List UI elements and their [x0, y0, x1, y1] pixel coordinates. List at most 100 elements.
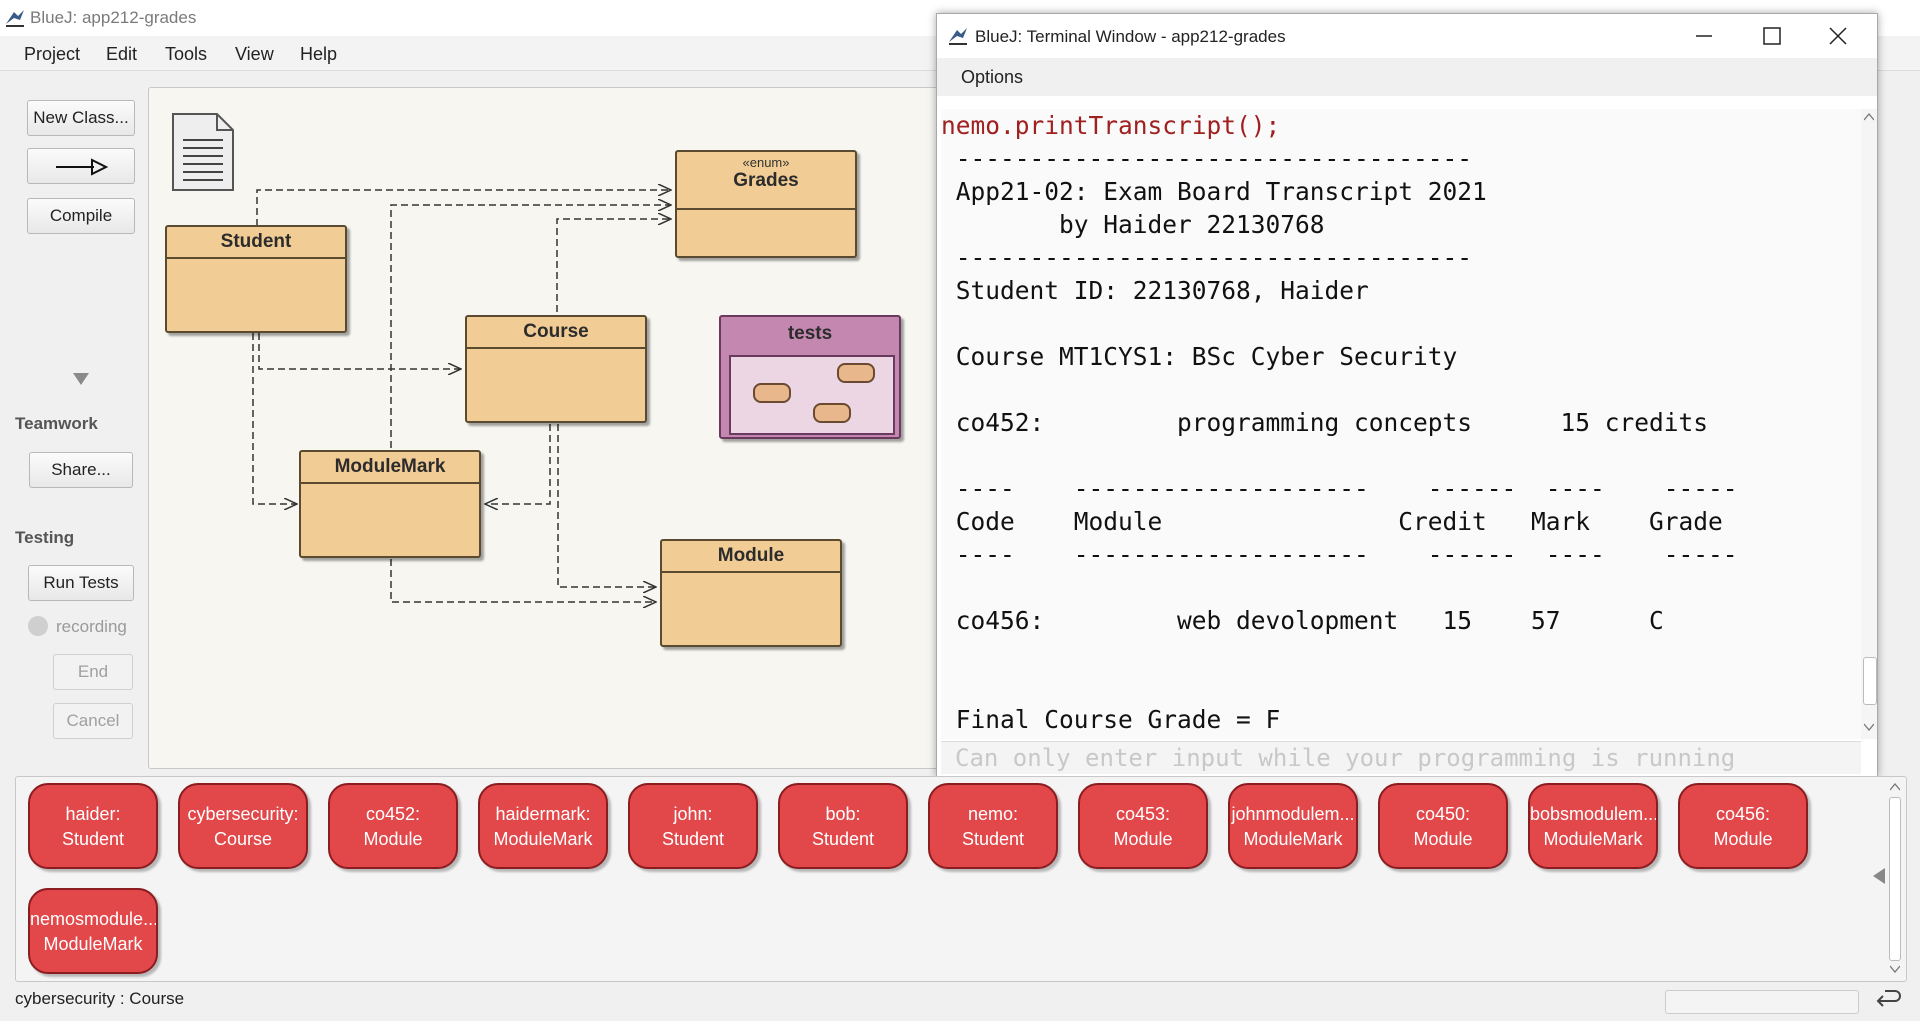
object-name: co450:	[1415, 804, 1471, 824]
terminal-line: by Haider 22130768	[941, 210, 1325, 239]
class-module-label: Module	[662, 541, 840, 573]
recording-label: recording	[56, 617, 127, 636]
new-arrow-button[interactable]	[27, 148, 135, 184]
object-type: Module	[1413, 829, 1473, 849]
maximize-icon[interactable]	[1763, 27, 1781, 45]
object-name: bob:	[825, 804, 861, 824]
minimize-icon[interactable]	[1695, 30, 1713, 42]
object-type: Module	[1713, 829, 1773, 849]
object-name: co456:	[1715, 804, 1771, 824]
terminal-title-bar[interactable]: BlueJ: Terminal Window - app212-grades	[937, 14, 1877, 58]
terminal-output[interactable]: nemo.printTranscript(); ----------------…	[941, 109, 1861, 739]
terminal-input-field[interactable]: Can only enter input while your programm…	[941, 741, 1861, 774]
object-name: john:	[673, 804, 713, 824]
object-type: ModuleMark	[1243, 829, 1343, 849]
share-button[interactable]: Share...	[29, 452, 133, 488]
terminal-line: Student ID: 22130768, Haider	[941, 276, 1369, 305]
object-name: nemo:	[967, 804, 1019, 824]
cancel-button[interactable]: Cancel	[53, 703, 133, 739]
bluej-logo-icon	[947, 26, 969, 51]
menu-tools[interactable]: Tools	[165, 44, 207, 65]
object-name: johnmodulem...	[1231, 804, 1355, 824]
compile-button[interactable]: Compile	[27, 198, 135, 234]
run-tests-button[interactable]: Run Tests	[28, 565, 134, 601]
menu-project[interactable]: Project	[24, 44, 80, 65]
object-type: Module	[363, 829, 423, 849]
main-window-title: BlueJ: app212-grades	[30, 8, 197, 27]
class-grades[interactable]: «enum» Grades	[675, 150, 857, 258]
status-text: cybersecurity : Course	[15, 989, 185, 1008]
new-class-button[interactable]: New Class...	[27, 100, 135, 136]
object-bench-item[interactable]: co450: Module	[1378, 783, 1508, 869]
object-bench-item[interactable]: co452: Module	[328, 783, 458, 869]
object-bench-item[interactable]: nemo: Student	[928, 783, 1058, 869]
object-type: ModuleMark	[43, 934, 143, 954]
object-bench-item[interactable]: co453: Module	[1078, 783, 1208, 869]
class-student-label: Student	[167, 227, 345, 259]
object-type: Student	[811, 829, 875, 849]
object-bench-item[interactable]: haidermark: ModuleMark	[478, 783, 608, 869]
mini-class-icon	[813, 403, 851, 423]
object-bench: haider: Student cybersecurity: Course co452:…	[15, 776, 1907, 982]
menu-help[interactable]: Help	[300, 44, 337, 65]
object-name: haidermark:	[495, 804, 591, 824]
object-type: Course	[213, 829, 273, 849]
terminal-scroll-thumb[interactable]	[1863, 657, 1877, 705]
object-bench-item[interactable]: john: Student	[628, 783, 758, 869]
bluej-logo-icon	[4, 8, 26, 33]
terminal-line: ---- -------------------- ------ ---- --…	[941, 540, 1738, 569]
object-type: ModuleMark	[1543, 829, 1643, 849]
object-bench-item[interactable]: haider: Student	[28, 783, 158, 869]
terminal-line: co452: programming concepts 15 credits	[941, 408, 1709, 437]
object-name: co452:	[365, 804, 421, 824]
terminal-line: Course MT1CYS1: BSc Cyber Security	[941, 342, 1458, 371]
class-modulemark[interactable]: ModuleMark	[299, 450, 481, 558]
terminal-line: Final Course Grade = F	[941, 705, 1281, 734]
enum-stereotype-label: «enum»	[742, 155, 790, 170]
mini-class-icon	[837, 363, 875, 383]
object-bench-item[interactable]: johnmodulem... ModuleMark	[1228, 783, 1358, 869]
recording-indicator-icon	[28, 616, 48, 636]
package-contents	[729, 355, 895, 435]
testing-label: Testing	[15, 528, 75, 547]
class-module[interactable]: Module	[660, 539, 842, 647]
menu-options[interactable]: Options	[961, 67, 1023, 88]
class-student[interactable]: Student	[165, 225, 347, 333]
arrow-right-icon	[56, 158, 108, 176]
reset-machine-icon[interactable]	[1875, 989, 1901, 1013]
object-bench-item[interactable]: cybersecurity: Course	[178, 783, 308, 869]
terminal-menu-bar: Options	[937, 58, 1877, 96]
package-tests[interactable]: tests	[719, 315, 901, 439]
class-diagram[interactable]: «enum» Grades Student Course tests Modul…	[148, 87, 940, 769]
end-button[interactable]: End	[53, 654, 133, 690]
object-bench-item[interactable]: nemosmodule... ModuleMark	[28, 888, 158, 974]
object-type: Student	[961, 829, 1025, 849]
scroll-up-icon[interactable]	[1864, 113, 1874, 121]
class-grades-label: Grades	[733, 170, 799, 191]
bench-scrollbar[interactable]	[1886, 779, 1904, 977]
object-bench-item[interactable]: bob: Student	[778, 783, 908, 869]
menu-edit[interactable]: Edit	[106, 44, 137, 65]
class-modulemark-label: ModuleMark	[301, 452, 479, 484]
bench-collapse-arrow-icon[interactable]	[1873, 868, 1885, 884]
object-name: bobsmodulem...	[1530, 804, 1658, 824]
status-bar: cybersecurity : Course	[0, 984, 1920, 1021]
bench-scroll-thumb[interactable]	[1889, 797, 1901, 961]
package-tests-label: tests	[787, 323, 833, 344]
object-bench-item[interactable]: co456: Module	[1678, 783, 1808, 869]
collapse-triangle-icon[interactable]	[73, 373, 89, 385]
terminal-scrollbar[interactable]	[1861, 109, 1877, 739]
object-name: haider:	[65, 804, 121, 824]
class-course[interactable]: Course	[465, 315, 647, 423]
object-type: Student	[661, 829, 725, 849]
scroll-down-icon[interactable]	[1864, 723, 1874, 731]
readme-document-icon[interactable]	[171, 112, 235, 192]
scroll-up-icon[interactable]	[1890, 783, 1900, 791]
object-name: co453:	[1115, 804, 1171, 824]
object-name: nemosmodule...	[30, 909, 158, 929]
menu-view[interactable]: View	[235, 44, 274, 65]
object-bench-item[interactable]: bobsmodulem... ModuleMark	[1528, 783, 1658, 869]
close-icon[interactable]	[1829, 27, 1847, 45]
teamwork-label: Teamwork	[15, 414, 98, 433]
scroll-down-icon[interactable]	[1890, 965, 1900, 973]
